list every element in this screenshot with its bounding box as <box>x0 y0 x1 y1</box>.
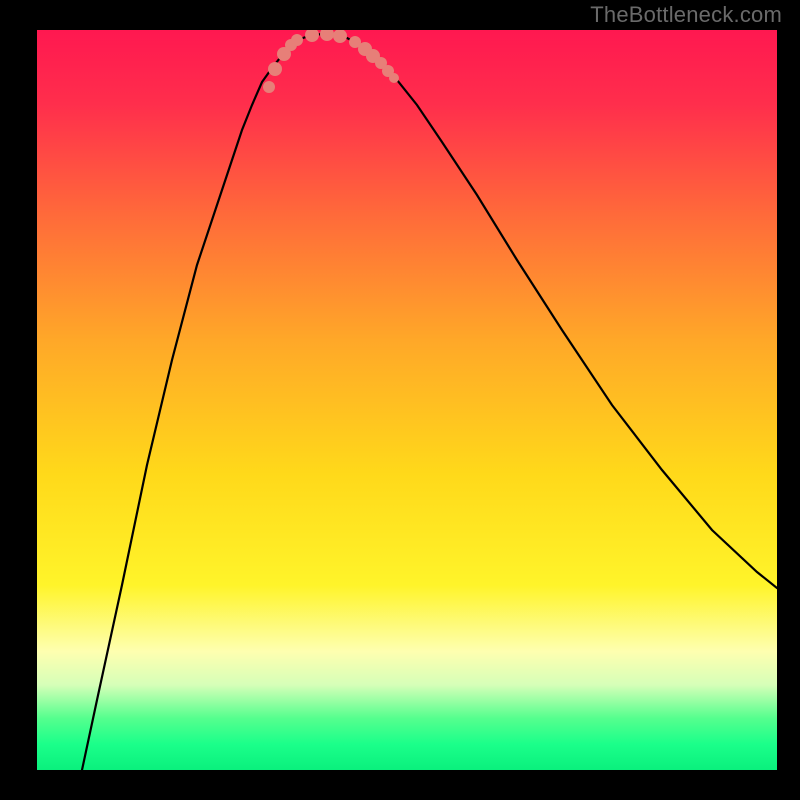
data-marker <box>263 81 275 93</box>
data-marker <box>268 62 282 76</box>
bottleneck-chart <box>37 30 777 770</box>
gradient-background <box>37 30 777 770</box>
data-marker <box>291 34 303 46</box>
outer-frame: TheBottleneck.com <box>0 0 800 800</box>
data-marker <box>389 73 399 83</box>
watermark-text: TheBottleneck.com <box>590 2 782 28</box>
